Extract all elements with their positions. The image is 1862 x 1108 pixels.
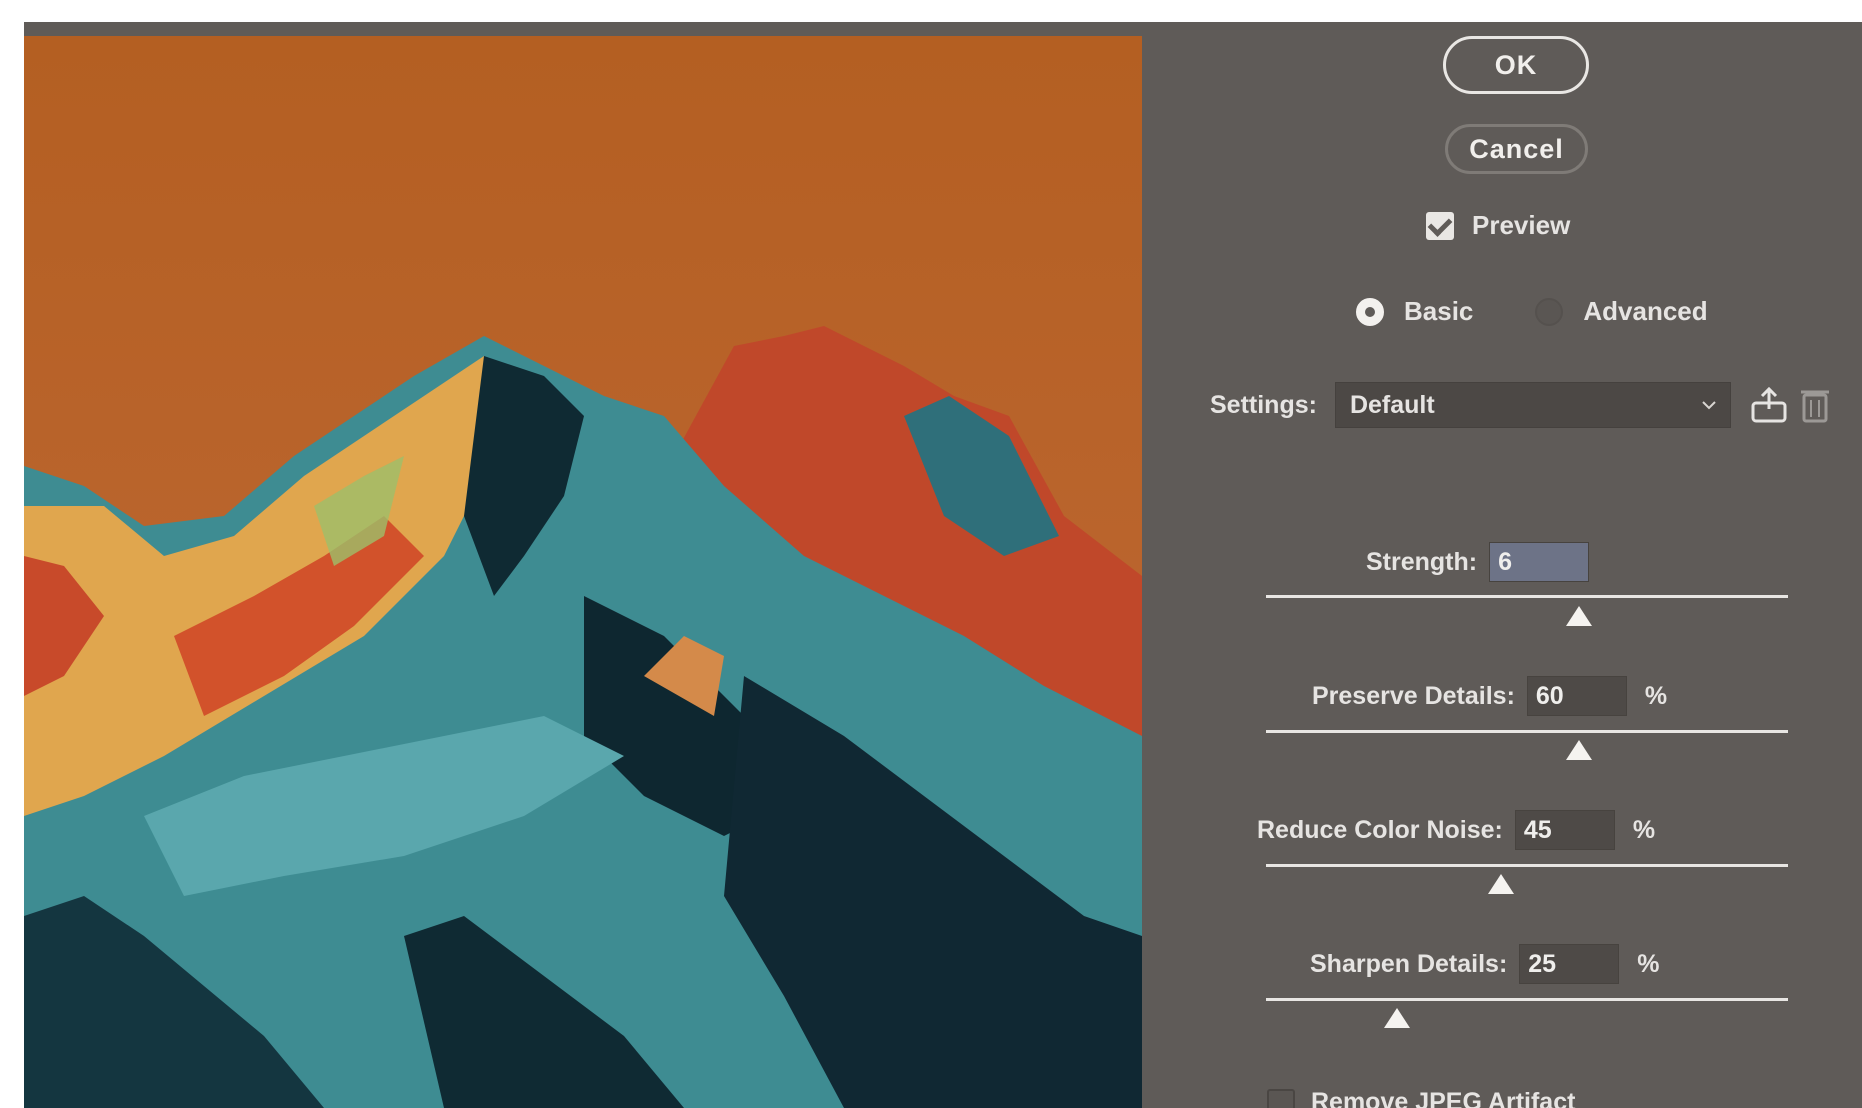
remove-jpeg-checkbox[interactable] — [1267, 1088, 1295, 1108]
slider-label: Preserve Details: — [1312, 681, 1515, 710]
sharpen-details-thumb[interactable] — [1383, 1008, 1410, 1028]
unit-label: % — [1632, 815, 1656, 844]
remove-jpeg-label: Remove JPEG Artifact — [1311, 1088, 1576, 1108]
advanced-radio[interactable] — [1535, 297, 1564, 326]
strength-thumb[interactable] — [1566, 606, 1593, 626]
save-settings-icon[interactable] — [1749, 385, 1789, 425]
reduce-noise-dialog: OK Cancel Preview Basic Advanced Setting… — [24, 22, 1862, 1108]
strength-input[interactable]: 6 — [1489, 542, 1590, 582]
preview-checkbox[interactable] — [1426, 211, 1454, 240]
remove-jpeg-toggle[interactable]: Remove JPEG Artifact — [1267, 1088, 1575, 1108]
preserve-details-thumb[interactable] — [1566, 740, 1593, 760]
basic-label: Basic — [1404, 296, 1474, 326]
basic-radio[interactable] — [1356, 297, 1384, 326]
advanced-label: Advanced — [1583, 296, 1708, 326]
cancel-button[interactable]: Cancel — [1445, 124, 1588, 174]
preserve-details-track[interactable] — [1266, 730, 1788, 733]
settings-row: Settings: Default — [1210, 382, 1829, 428]
settings-label: Settings: — [1210, 390, 1317, 419]
trash-icon[interactable] — [1800, 387, 1829, 423]
preview-image[interactable] — [24, 36, 1142, 1108]
control-panel: OK Cancel Preview Basic Advanced Setting… — [1142, 22, 1862, 1108]
reduce-color-noise-track[interactable] — [1266, 864, 1788, 867]
slider-label: Strength: — [1366, 547, 1478, 576]
settings-dropdown[interactable]: Default — [1334, 382, 1731, 428]
slider-label: Reduce Color Noise: — [1257, 815, 1503, 844]
unit-label: % — [1644, 681, 1668, 710]
chevron-down-icon — [1702, 401, 1716, 410]
reduce-color-noise-thumb[interactable] — [1487, 874, 1514, 894]
ok-button[interactable]: OK — [1443, 36, 1589, 94]
sharpen-details-input[interactable]: 25 — [1519, 944, 1620, 984]
strength-track[interactable] — [1266, 595, 1788, 598]
settings-value: Default — [1349, 390, 1435, 419]
slider-label: Sharpen Details: — [1310, 949, 1508, 978]
preview-toggle[interactable]: Preview — [1426, 210, 1570, 241]
preserve-details-input[interactable]: 60 — [1526, 676, 1627, 716]
mode-radio-group: Basic Advanced — [1356, 296, 1708, 327]
unit-label: % — [1637, 949, 1660, 978]
reduce-color-noise-input[interactable]: 45 — [1514, 810, 1615, 850]
preview-label: Preview — [1472, 210, 1571, 240]
sharpen-details-track[interactable] — [1266, 998, 1788, 1001]
